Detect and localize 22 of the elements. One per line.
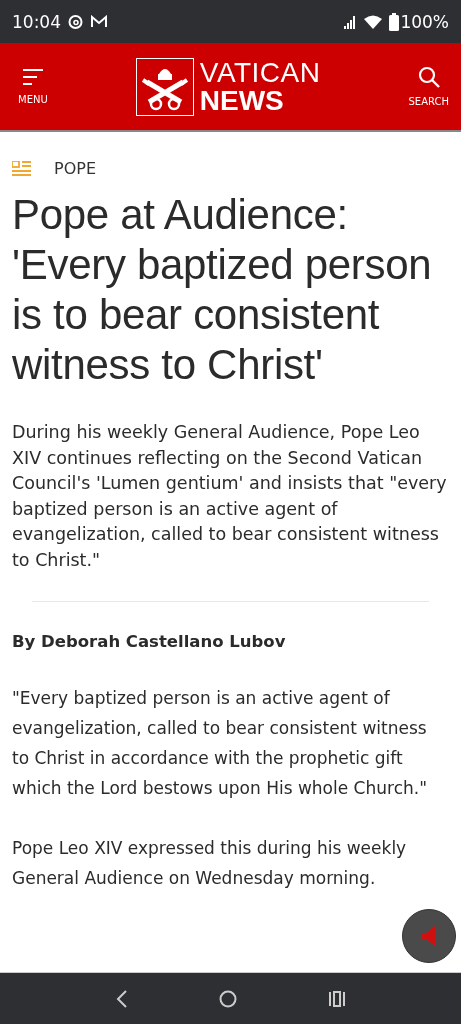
search-button[interactable]: SEARCH [408,66,449,107]
battery-level: 100% [400,11,449,32]
search-icon [417,66,440,88]
mail-icon [90,15,108,28]
clock: 10:04 [12,11,61,32]
logo-subtitle: NEWS [199,86,285,115]
article-summary: During his weekly General Audience, Pope Leo XIV continues reflecting on the Second Vatican Council's 'Lumen gentium' and insists that "every baptized person is an active agent of evangelization, called to bear consistent witness to Christ." [12,421,448,572]
menu-icon [21,68,44,86]
article-paragraph: Pope Leo XIV expressed this during his weekly General Audience on Wednesday morning. [12,837,408,890]
threads-icon [68,13,83,30]
category-label: POPE [54,159,96,178]
byline: By Deborah Castellano Lubov [12,632,287,651]
logo-title: VATICAN [199,58,321,87]
article-paragraph: "Every baptized person is an active agent of evangelization, called to bear consistent witness to Christ in accordance with the prophetic gift which the Lord bestows upon His whole Church." [12,687,428,800]
signal-icon [343,14,358,29]
audio-button[interactable] [402,909,456,963]
logo-emblem [135,57,194,116]
article-title: Pope at Audience: 'Every baptized person is to bear consistent witness to Christ' [12,190,433,390]
wifi-icon [364,14,383,29]
battery-icon [389,12,400,31]
news-icon [12,160,32,177]
menu-button[interactable]: MENU [18,68,48,105]
